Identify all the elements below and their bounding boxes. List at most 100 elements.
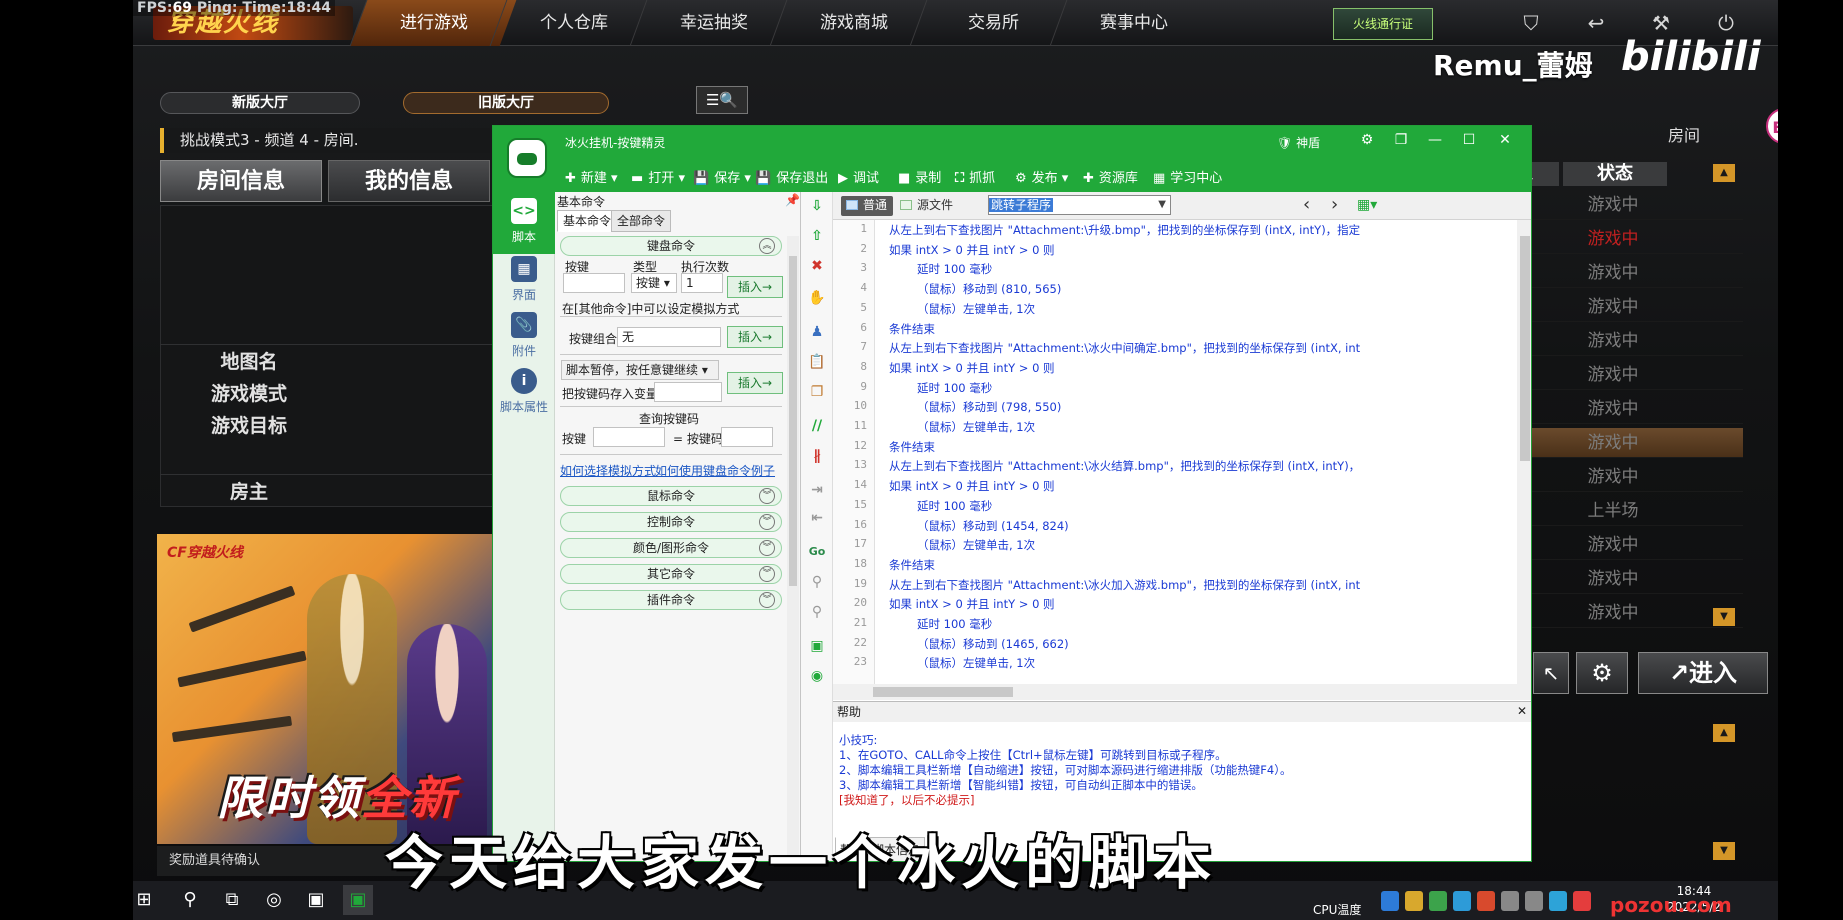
next-arrow-icon[interactable]: › bbox=[1331, 194, 1338, 215]
combo-input[interactable]: 无 bbox=[617, 327, 721, 347]
chat-scroll-down[interactable]: ▼ bbox=[1713, 842, 1735, 860]
restore-icon[interactable]: ❐ bbox=[1389, 132, 1413, 148]
new-hall-button[interactable]: 新版大厅 bbox=[160, 92, 360, 114]
close-icon[interactable]: ✕ bbox=[1493, 132, 1517, 148]
wrench-icon[interactable]: ⚒ bbox=[1648, 10, 1674, 36]
expand-icon[interactable]: ︾ bbox=[759, 566, 775, 582]
publish-button[interactable]: ⚙ 发布 ▾ bbox=[1015, 167, 1068, 186]
eye-icon[interactable]: ◉ bbox=[807, 666, 827, 686]
prev-button[interactable]: ↖ bbox=[1533, 652, 1569, 694]
minimize-icon[interactable]: — bbox=[1423, 132, 1447, 148]
back-icon[interactable]: ↩ bbox=[1583, 10, 1609, 36]
chat-scroll-up[interactable]: ▲ bbox=[1713, 724, 1735, 742]
shield-button[interactable]: 🛡 神盾 bbox=[1277, 134, 1320, 151]
key-input[interactable] bbox=[563, 273, 625, 293]
move-up-icon[interactable]: ⇧ bbox=[807, 226, 827, 246]
code-line[interactable]: 从左上到右下查找图片 "Attachment:\冰火结算.bmp"，把找到的坐标… bbox=[889, 458, 1360, 474]
code-line[interactable]: （鼠标）移动到 (798, 550) bbox=[917, 399, 1061, 415]
code-line[interactable]: 如果 intX > 0 并且 intY > 0 则 bbox=[889, 360, 1055, 376]
editor-hscrollbar[interactable] bbox=[833, 684, 1531, 700]
tray-icon[interactable] bbox=[1501, 891, 1519, 911]
collapse-icon[interactable]: ︽ bbox=[759, 238, 775, 254]
settings-gear-icon[interactable]: ⚙ bbox=[1576, 652, 1628, 694]
grid-menu-icon[interactable]: ▦▾ bbox=[1357, 197, 1377, 213]
shield-icon[interactable]: ⛉ bbox=[1518, 10, 1544, 36]
link-sim-method[interactable]: 如何选择模拟方式 bbox=[560, 462, 656, 479]
tab-room-info[interactable]: 房间信息 bbox=[160, 160, 322, 202]
color-image-command-group[interactable]: 颜色/图形命令 ︾ bbox=[560, 538, 782, 558]
code-line[interactable]: （鼠标）移动到 (810, 565) bbox=[917, 281, 1061, 297]
type-select[interactable]: 按键 ▾ bbox=[631, 273, 677, 293]
code-line[interactable]: （鼠标）左键单击, 1次 bbox=[917, 301, 1035, 317]
expand-icon[interactable]: ︾ bbox=[759, 540, 775, 556]
debug-button[interactable]: ▶ 调试 bbox=[838, 167, 879, 186]
link-kbd-usage[interactable]: 如何使用键盘命令 bbox=[655, 462, 751, 479]
plugin-command-group[interactable]: 插件命令 ︾ bbox=[560, 590, 782, 610]
comment-icon[interactable]: // bbox=[807, 416, 827, 436]
app-icon[interactable]: ◎ bbox=[259, 885, 289, 915]
prev-arrow-icon[interactable]: ‹ bbox=[1303, 194, 1310, 215]
code-line[interactable]: 从左上到右下查找图片 "Attachment:\冰火加入游戏.bmp"，把找到的… bbox=[889, 577, 1360, 593]
code-line[interactable]: （鼠标）左键单击, 1次 bbox=[917, 655, 1035, 671]
old-hall-button[interactable]: 旧版大厅 bbox=[403, 92, 609, 114]
outdent-icon[interactable]: ⇤ bbox=[807, 508, 827, 528]
promo-banner[interactable]: CF穿越火线 限时领全新 bbox=[157, 534, 497, 844]
open-button[interactable]: ▬ 打开 ▾ bbox=[631, 167, 685, 186]
copy-icon[interactable]: ❐ bbox=[807, 382, 827, 402]
code-line[interactable]: 从左上到右下查找图片 "Attachment:\升级.bmp"，把找到的坐标保存… bbox=[889, 222, 1360, 238]
tray-icon[interactable] bbox=[1453, 891, 1471, 911]
capture-button[interactable]: ⛶ 抓抓 bbox=[955, 167, 995, 186]
sidebar-item-ui[interactable]: ▦ 界面 bbox=[493, 250, 555, 312]
learning-center-button[interactable]: ▦ 学习中心 bbox=[1153, 167, 1222, 186]
windows-start-icon[interactable]: ⊞ bbox=[129, 885, 159, 915]
other-command-group[interactable]: 其它命令 ︾ bbox=[560, 564, 782, 584]
insert-button[interactable]: 插入→ bbox=[727, 372, 783, 394]
mouse-command-group[interactable]: 鼠标命令 ︾ bbox=[560, 486, 782, 506]
pause-select[interactable]: 脚本暂停，按任意键继续 ▾ bbox=[561, 360, 719, 380]
tab-normal-view[interactable]: 普通 bbox=[841, 196, 894, 216]
control-command-group[interactable]: 控制命令 ︾ bbox=[560, 512, 782, 532]
code-line[interactable]: （鼠标）移动到 (1465, 662) bbox=[917, 636, 1069, 652]
expand-icon[interactable]: ︾ bbox=[759, 488, 775, 504]
tray-icon[interactable] bbox=[1405, 891, 1423, 911]
expand-icon[interactable]: ︾ bbox=[759, 514, 775, 530]
record-button[interactable]: ■ 录制 bbox=[898, 167, 941, 186]
tray-icon[interactable] bbox=[1573, 891, 1591, 911]
code-line[interactable]: 条件结束 bbox=[889, 321, 935, 337]
goto-icon[interactable]: Go bbox=[807, 542, 827, 562]
subroutine-select[interactable]: 跳转子程序 ▼ bbox=[988, 195, 1171, 215]
query-key-input[interactable] bbox=[593, 427, 665, 447]
maximize-icon[interactable]: ☐ bbox=[1457, 132, 1481, 148]
panel-scrollbar[interactable] bbox=[787, 236, 799, 861]
scroll-up-button[interactable]: ▲ bbox=[1713, 164, 1735, 182]
tray-icon[interactable] bbox=[1381, 891, 1399, 911]
indent-icon[interactable]: ⇥ bbox=[807, 480, 827, 500]
save-button[interactable]: 💾 保存 ▾ bbox=[693, 167, 751, 186]
tab-source-view[interactable]: 源文件 bbox=[895, 196, 959, 216]
paste-icon[interactable]: 📋 bbox=[807, 352, 827, 372]
new-button[interactable]: ✚ 新建 ▾ bbox=[565, 167, 618, 186]
code-line[interactable]: 延时 100 毫秒 bbox=[917, 261, 992, 277]
code-line[interactable]: （鼠标）左键单击, 1次 bbox=[917, 537, 1035, 553]
search-icon[interactable]: ⚲ bbox=[175, 885, 205, 915]
uncomment-icon[interactable]: ∦ bbox=[807, 446, 827, 466]
enter-room-button[interactable]: ↗进入 bbox=[1638, 652, 1768, 694]
hand-icon[interactable]: ✋ bbox=[807, 288, 827, 308]
window-titlebar[interactable]: 冰火挂机-按键精灵 🛡 神盾 ⚙ ❐ — ☐ ✕ bbox=[493, 126, 1531, 158]
find-icon[interactable]: ⚲ bbox=[807, 602, 827, 622]
ex-badge[interactable]: EX bbox=[1766, 108, 1778, 144]
code-line[interactable]: （鼠标）移动到 (1454, 824) bbox=[917, 518, 1069, 534]
sidebar-item-script[interactable]: <> 脚本 bbox=[493, 192, 555, 254]
link-example[interactable]: 例子 bbox=[751, 462, 775, 479]
nav-events[interactable]: 赛事中心 bbox=[1049, 0, 1217, 46]
code-line[interactable]: 延时 100 毫秒 bbox=[917, 616, 992, 632]
tray-icon[interactable] bbox=[1429, 891, 1447, 911]
power-icon[interactable]: ⏻ bbox=[1713, 10, 1739, 36]
insert-button[interactable]: 插入→ bbox=[727, 276, 783, 298]
times-input[interactable]: 1 bbox=[681, 273, 723, 293]
keywizard-taskbar-icon[interactable]: ▣ bbox=[343, 885, 373, 915]
tab-my-info[interactable]: 我的信息 bbox=[328, 160, 490, 202]
code-line[interactable]: 延时 100 毫秒 bbox=[917, 380, 992, 396]
code-line[interactable]: 延时 100 毫秒 bbox=[917, 498, 992, 514]
delete-icon[interactable]: ✖ bbox=[807, 256, 827, 276]
